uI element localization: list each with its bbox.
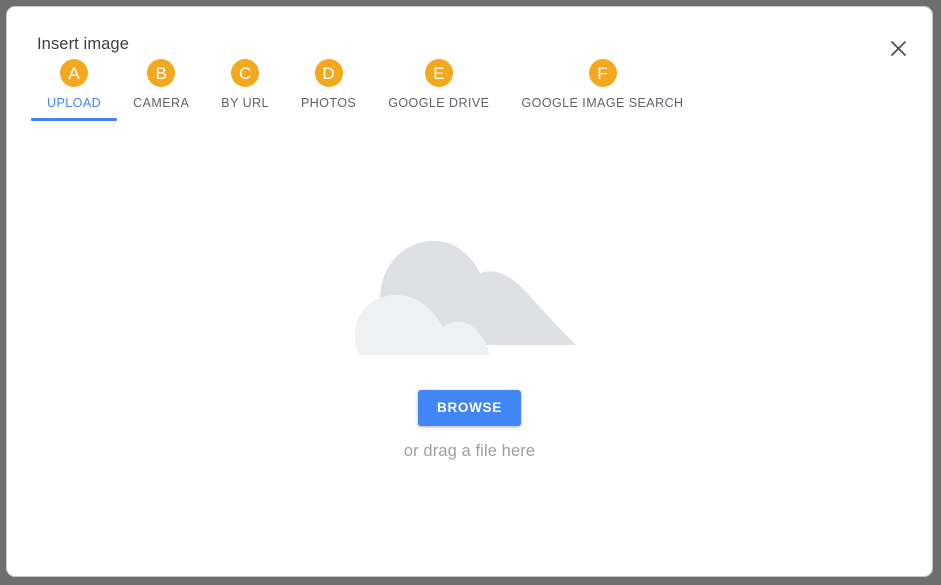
tab-badge-f: F [588, 59, 617, 87]
tab-by-url[interactable]: C BY URL [205, 59, 285, 110]
source-tabs: A UPLOAD B CAMERA C BY URL D PHOTOS E GO… [31, 59, 700, 121]
tab-camera[interactable]: B CAMERA [117, 59, 205, 110]
tab-inactive-indicator [117, 118, 205, 121]
tab-inactive-indicator [505, 118, 699, 121]
tab-badge-a: A [60, 59, 89, 87]
tab-label-google-image-search: GOOGLE IMAGE SEARCH [521, 96, 684, 110]
tab-label-photos: PHOTOS [300, 96, 357, 110]
tab-google-drive[interactable]: E GOOGLE DRIVE [372, 59, 505, 110]
tab-active-indicator [31, 118, 118, 121]
file-dropzone[interactable]: BROWSE or drag a file here [7, 137, 932, 576]
insert-image-dialog: Insert image A UPLOAD B CAMERA C BY URL … [6, 6, 933, 577]
tab-photos[interactable]: D PHOTOS [285, 59, 372, 110]
close-icon [890, 40, 906, 56]
cloud-upload-icon [354, 237, 586, 360]
tab-inactive-indicator [205, 118, 285, 121]
tab-label-by-url: BY URL [221, 96, 269, 110]
close-button[interactable] [883, 33, 913, 63]
tab-inactive-indicator [372, 118, 505, 121]
tab-badge-c: C [231, 59, 260, 87]
cloud-illustration [354, 241, 576, 355]
tab-label-upload: UPLOAD [47, 96, 102, 110]
browse-button[interactable]: BROWSE [418, 390, 521, 426]
tab-label-google-drive: GOOGLE DRIVE [388, 96, 490, 110]
tab-label-camera: CAMERA [133, 96, 190, 110]
drag-file-hint: or drag a file here [403, 441, 536, 460]
page-title: Insert image [37, 35, 129, 53]
tab-google-image-search[interactable]: F GOOGLE IMAGE SEARCH [505, 59, 699, 110]
tab-badge-d: D [314, 59, 343, 87]
tab-badge-e: E [424, 59, 453, 87]
tab-inactive-indicator [285, 118, 372, 121]
tab-upload[interactable]: A UPLOAD [31, 59, 118, 121]
tab-badge-b: B [147, 59, 176, 87]
